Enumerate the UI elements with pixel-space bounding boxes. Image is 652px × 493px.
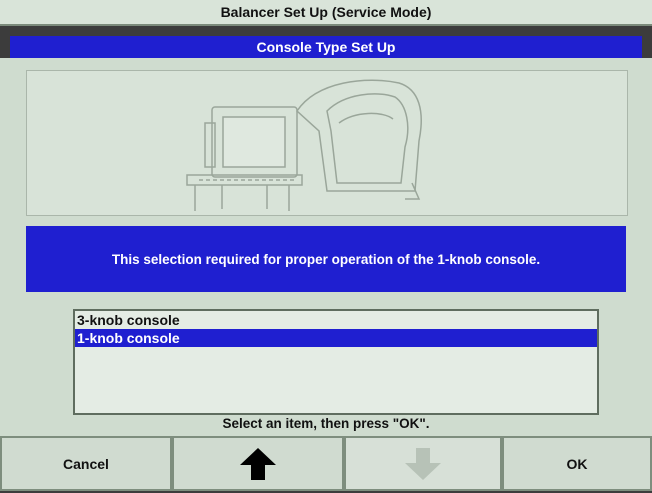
ok-button[interactable]: OK: [502, 436, 652, 491]
list-item-1-knob-console[interactable]: 1-knob console: [75, 329, 597, 347]
down-arrow-icon: [405, 447, 441, 480]
window-title: Balancer Set Up (Service Mode): [0, 0, 652, 26]
up-arrow-icon: [240, 447, 276, 480]
page-subtitle: Console Type Set Up: [10, 36, 642, 58]
console-type-list[interactable]: 3-knob console 1-knob console: [73, 309, 599, 415]
instruction-hint: Select an item, then press "OK".: [222, 416, 430, 431]
ok-button-label: OK: [566, 455, 588, 472]
balancer-console-icon: [186, 79, 422, 211]
screen: Balancer Set Up (Service Mode) Console T…: [0, 0, 652, 493]
list-item-3-knob-console[interactable]: 3-knob console: [75, 311, 597, 329]
info-message: This selection required for proper opera…: [26, 226, 626, 292]
up-button[interactable]: [172, 436, 344, 491]
cancel-button[interactable]: Cancel: [0, 436, 172, 491]
cancel-button-label: Cancel: [63, 455, 109, 472]
console-illustration: [26, 70, 628, 216]
down-button[interactable]: [344, 436, 502, 491]
